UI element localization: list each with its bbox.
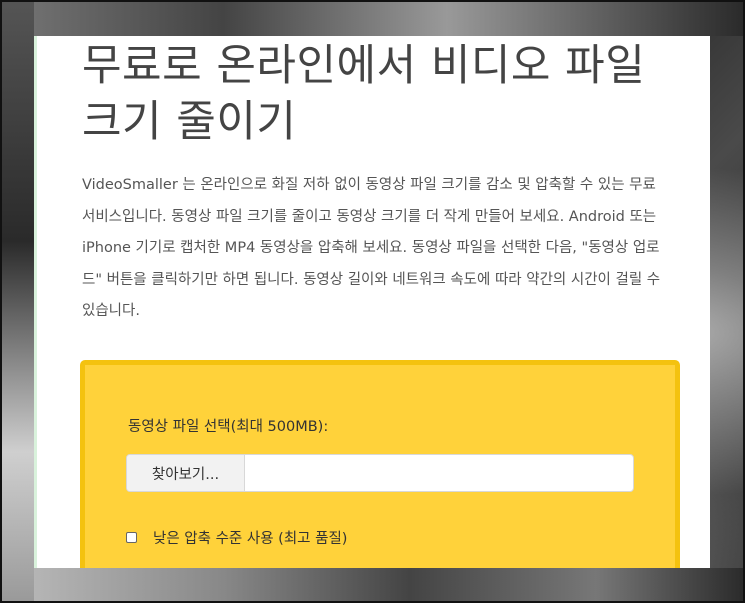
background-bottom xyxy=(0,568,745,603)
upload-form: 동영상 파일 선택(최대 500MB): 찾아보기... 낮은 압축 수준 사용… xyxy=(80,360,680,568)
file-select-label: 동영상 파일 선택(최대 500MB): xyxy=(128,419,329,435)
browse-button[interactable]: 찾아보기... xyxy=(127,455,245,491)
background-top xyxy=(0,0,745,36)
file-name-field[interactable] xyxy=(245,455,633,491)
low-compression-checkbox[interactable] xyxy=(126,532,137,543)
page-description: VideoSmaller 는 온라인으로 화질 저하 없이 동영상 파일 크기를… xyxy=(82,177,661,319)
low-compression-label[interactable]: 낮은 압축 수준 사용 (최고 품질) xyxy=(153,527,347,548)
file-input[interactable]: 찾아보기... xyxy=(126,454,634,492)
content-card: 무료로 온라인에서 비디오 파일 크기 줄이기 VideoSmaller 는 온… xyxy=(34,36,710,568)
page-title: 무료로 온라인에서 비디오 파일 크기 줄이기 xyxy=(82,41,646,147)
background-left xyxy=(0,0,34,603)
low-compression-option[interactable]: 낮은 압축 수준 사용 (최고 품질) xyxy=(126,527,347,548)
